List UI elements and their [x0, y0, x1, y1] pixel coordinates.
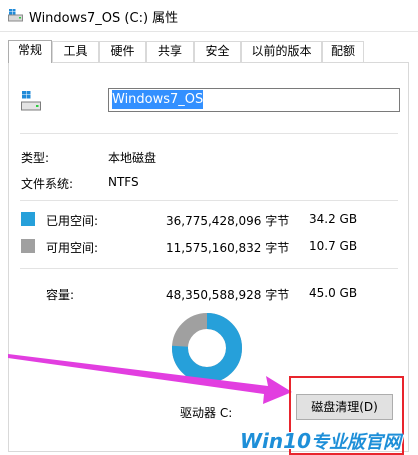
- drive-name-text: Windows7_OS: [112, 90, 204, 109]
- divider: [20, 268, 398, 269]
- used-space-swatch: [21, 212, 35, 226]
- title-bar: Windows7_OS (C:) 属性: [0, 0, 418, 32]
- free-space-size: 10.7 GB: [309, 239, 358, 253]
- type-value: 本地磁盘: [108, 151, 157, 165]
- drive-icon: [8, 9, 23, 22]
- capacity-size: 45.0 GB: [309, 286, 358, 300]
- divider: [20, 200, 398, 201]
- filesystem-value: NTFS: [108, 175, 139, 189]
- drive-name-input[interactable]: Windows7_OS: [108, 88, 400, 112]
- watermark: Win10专业版官网: [240, 428, 401, 454]
- free-space-label: 可用空间:: [46, 241, 99, 255]
- capacity-label: 容量:: [46, 288, 75, 302]
- watermark-main: Win10: [240, 429, 311, 453]
- tab-sharing[interactable]: 共享: [146, 41, 194, 62]
- used-space-bytes: 36,775,428,096 字节: [166, 214, 290, 228]
- used-space-size: 34.2 GB: [309, 212, 358, 226]
- usage-donut-chart: [172, 313, 242, 383]
- disk-cleanup-button[interactable]: 磁盘清理(D): [296, 394, 393, 420]
- divider: [20, 133, 398, 134]
- watermark-sub: 专业版官网: [311, 432, 401, 453]
- tab-general[interactable]: 常规: [8, 40, 52, 63]
- free-space-swatch: [21, 239, 35, 253]
- tab-strip: 常规 工具 硬件 共享 安全 以前的版本 配额: [8, 40, 410, 63]
- tab-previous-versions[interactable]: 以前的版本: [241, 41, 322, 62]
- filesystem-label: 文件系统:: [21, 177, 74, 191]
- capacity-bytes: 48,350,588,928 字节: [166, 288, 290, 302]
- tab-security[interactable]: 安全: [194, 41, 241, 62]
- window-title: Windows7_OS (C:) 属性: [29, 11, 179, 26]
- hard-drive-icon: [21, 91, 41, 111]
- tab-hardware[interactable]: 硬件: [99, 41, 146, 62]
- tab-tools[interactable]: 工具: [52, 41, 99, 62]
- used-space-label: 已用空间:: [46, 214, 99, 228]
- free-space-bytes: 11,575,160,832 字节: [166, 241, 290, 255]
- drive-letter-label: 驱动器 C:: [180, 406, 233, 420]
- type-label: 类型:: [21, 151, 50, 165]
- tab-quota[interactable]: 配额: [322, 41, 364, 62]
